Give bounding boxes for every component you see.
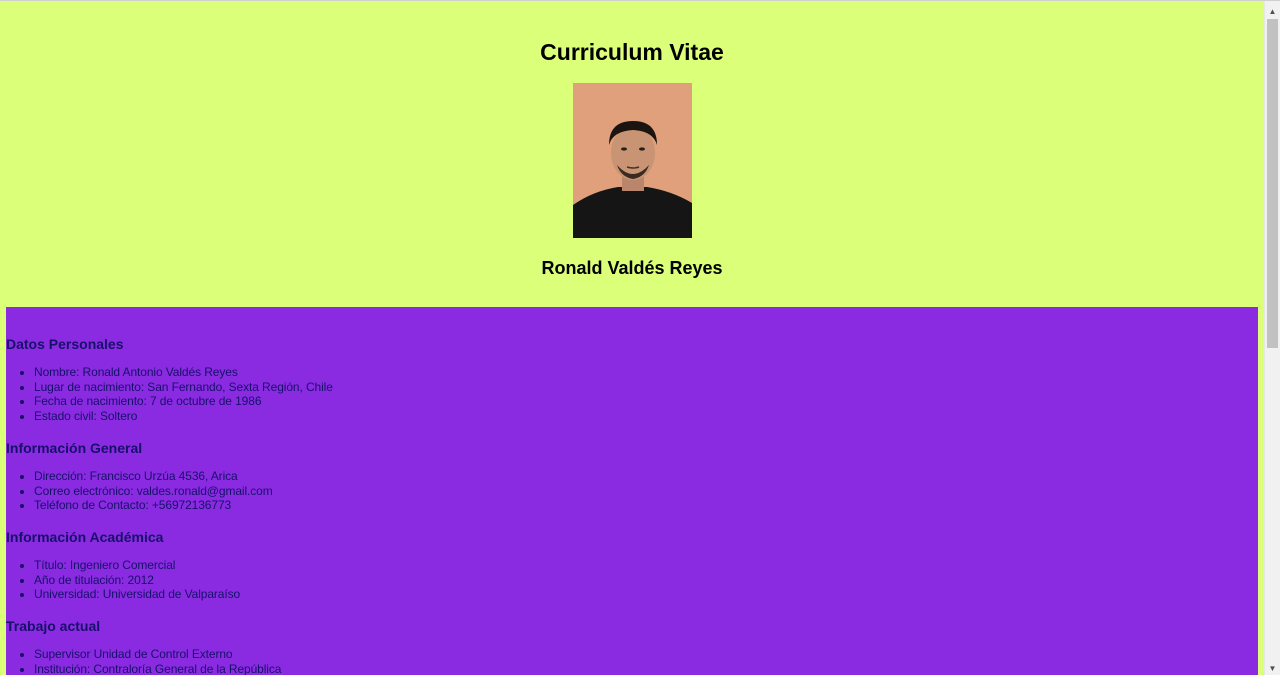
list-item: Año de titulación: 2012 [34,573,240,588]
section-datos-personales: Datos Personales Nombre: Ronald Antonio … [6,336,333,423]
section-trabajo-actual: Trabajo actual Supervisor Unidad de Cont… [6,618,281,675]
list-item: Correo electrónico: valdes.ronald@gmail.… [34,484,273,499]
section-title: Trabajo actual [6,618,101,634]
list-item: Estado civil: Soltero [34,409,333,424]
section-informacion-academica: Información Académica Título: Ingeniero … [6,529,240,602]
section-list: Dirección: Francisco Urzúa 4536, Arica C… [6,469,273,513]
section-list: Supervisor Unidad de Control Externo Ins… [6,647,281,675]
scroll-up-button[interactable]: ▲ [1265,3,1280,19]
cv-content: Datos Personales Nombre: Ronald Antonio … [6,307,1258,675]
section-title: Datos Personales [6,336,124,352]
triangle-down-icon: ▼ [1268,663,1277,673]
list-item: Teléfono de Contacto: +56972136773 [34,498,273,513]
section-list: Título: Ingeniero Comercial Año de titul… [6,558,240,602]
section-list: Nombre: Ronald Antonio Valdés Reyes Luga… [6,365,333,423]
vertical-scrollbar[interactable]: ▲ ▼ [1264,1,1280,675]
section-title: Información Académica [6,529,164,545]
scrollbar-thumb[interactable] [1267,19,1278,348]
list-item: Institución: Contraloría General de la R… [34,662,281,675]
list-item: Supervisor Unidad de Control Externo [34,647,281,662]
profile-photo-illustration [572,83,692,238]
triangle-up-icon: ▲ [1268,6,1277,16]
page-title: Curriculum Vitae [540,39,724,65]
list-item: Dirección: Francisco Urzúa 4536, Arica [34,469,273,484]
person-name: Ronald Valdés Reyes [541,258,723,278]
list-item: Universidad: Universidad de Valparaíso [34,587,240,602]
cv-page: Curriculum Vitae Ronald Valdés Reyes Dat… [0,1,1264,675]
list-item: Nombre: Ronald Antonio Valdés Reyes [34,365,333,380]
list-item: Fecha de nacimiento: 7 de octubre de 198… [34,394,333,409]
section-informacion-general: Información General Dirección: Francisco… [6,440,273,513]
list-item: Lugar de nacimiento: San Fernando, Sexta… [34,380,333,395]
scroll-down-button[interactable]: ▼ [1265,660,1280,675]
section-title: Información General [6,440,143,456]
list-item: Título: Ingeniero Comercial [34,558,240,573]
browser-viewport: Curriculum Vitae Ronald Valdés Reyes Dat… [0,0,1280,675]
cv-header: Curriculum Vitae Ronald Valdés Reyes [0,1,1264,279]
profile-photo [572,83,692,238]
